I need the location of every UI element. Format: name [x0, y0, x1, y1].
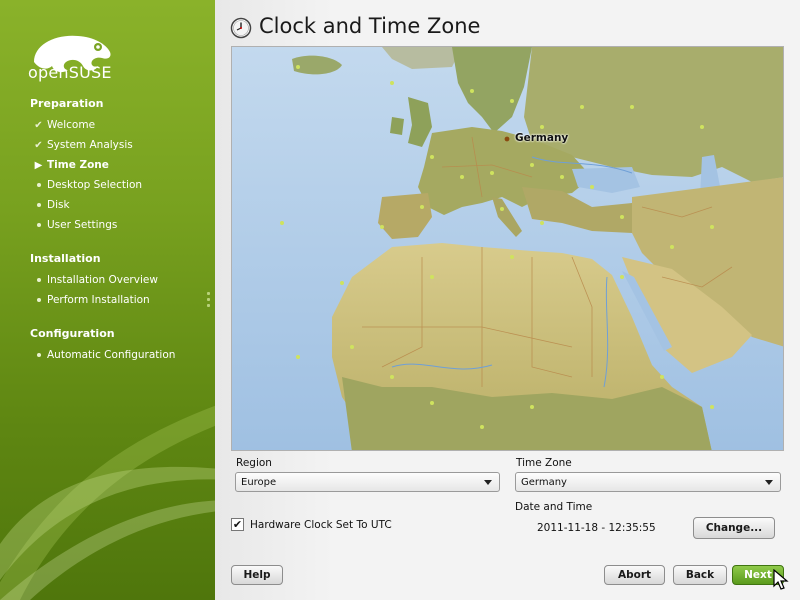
step-label: User Settings [47, 219, 118, 231]
chevron-down-icon [765, 480, 773, 485]
timezone-dropdown[interactable]: Germany [515, 472, 781, 492]
step-user-settings: User Settings [30, 218, 117, 232]
sidebar: openSUSE Preparation ✔ Welcome ✔ System An… [0, 0, 215, 600]
step-label: Automatic Configuration [47, 349, 176, 361]
bullet-icon [30, 183, 47, 187]
section-configuration-title: Configuration [30, 327, 115, 340]
bullet-icon [30, 298, 47, 302]
clock-icon [230, 17, 252, 39]
opensuse-logo-text: openSUSE [28, 63, 112, 82]
step-label: System Analysis [47, 139, 133, 151]
region-label: Region [236, 457, 272, 469]
chevron-down-icon [484, 480, 492, 485]
region-dropdown[interactable]: Europe [235, 472, 500, 492]
step-welcome: ✔ Welcome [30, 118, 95, 132]
timezone-label: Time Zone [516, 457, 572, 469]
bullet-icon [30, 353, 47, 357]
current-step-arrow-icon: ▶ [34, 159, 43, 171]
mouse-pointer-icon [773, 569, 789, 590]
step-label: Desktop Selection [47, 179, 143, 191]
step-label: Disk [47, 199, 70, 211]
step-disk: Disk [30, 198, 70, 212]
selected-location-marker [504, 136, 510, 142]
region-value: Europe [241, 476, 277, 488]
checkmark-icon: ✔ [34, 119, 43, 131]
abort-button[interactable]: Abort [604, 565, 665, 585]
page-title: Clock and Time Zone [259, 14, 481, 38]
step-desktop-selection: Desktop Selection [30, 178, 142, 192]
date-time-label: Date and Time [515, 501, 593, 513]
step-label: Time Zone [47, 159, 109, 171]
section-preparation-title: Preparation [30, 97, 104, 110]
world-map-image[interactable] [232, 47, 784, 451]
map-selected-label: Germany [515, 132, 569, 144]
step-label: Installation Overview [47, 274, 158, 286]
step-automatic-configuration: Automatic Configuration [30, 348, 175, 362]
checkbox-checked-icon[interactable]: ✔ [231, 518, 244, 531]
back-button[interactable]: Back [673, 565, 727, 585]
timezone-value: Germany [521, 476, 567, 488]
bullet-icon [30, 203, 47, 207]
step-label: Welcome [47, 119, 96, 131]
bullet-icon [30, 278, 47, 282]
hardware-clock-utc-checkbox[interactable]: ✔ Hardware Clock Set To UTC [231, 518, 392, 531]
step-system-analysis: ✔ System Analysis [30, 138, 133, 152]
step-installation-overview: Installation Overview [30, 273, 158, 287]
section-installation-title: Installation [30, 252, 101, 265]
date-time-value: 2011-11-18 - 12:35:55 [537, 522, 656, 534]
sidebar-resize-handle[interactable] [207, 292, 210, 310]
change-button[interactable]: Change... [693, 517, 775, 539]
step-perform-installation: Perform Installation [30, 293, 150, 307]
help-button[interactable]: Help [231, 565, 283, 585]
timezone-map[interactable]: Germany [231, 46, 784, 451]
step-time-zone: ▶ Time Zone [30, 158, 109, 172]
step-label: Perform Installation [47, 294, 150, 306]
bullet-icon [30, 223, 47, 227]
checkmark-icon: ✔ [34, 139, 43, 151]
hardware-clock-label: Hardware Clock Set To UTC [250, 518, 392, 531]
